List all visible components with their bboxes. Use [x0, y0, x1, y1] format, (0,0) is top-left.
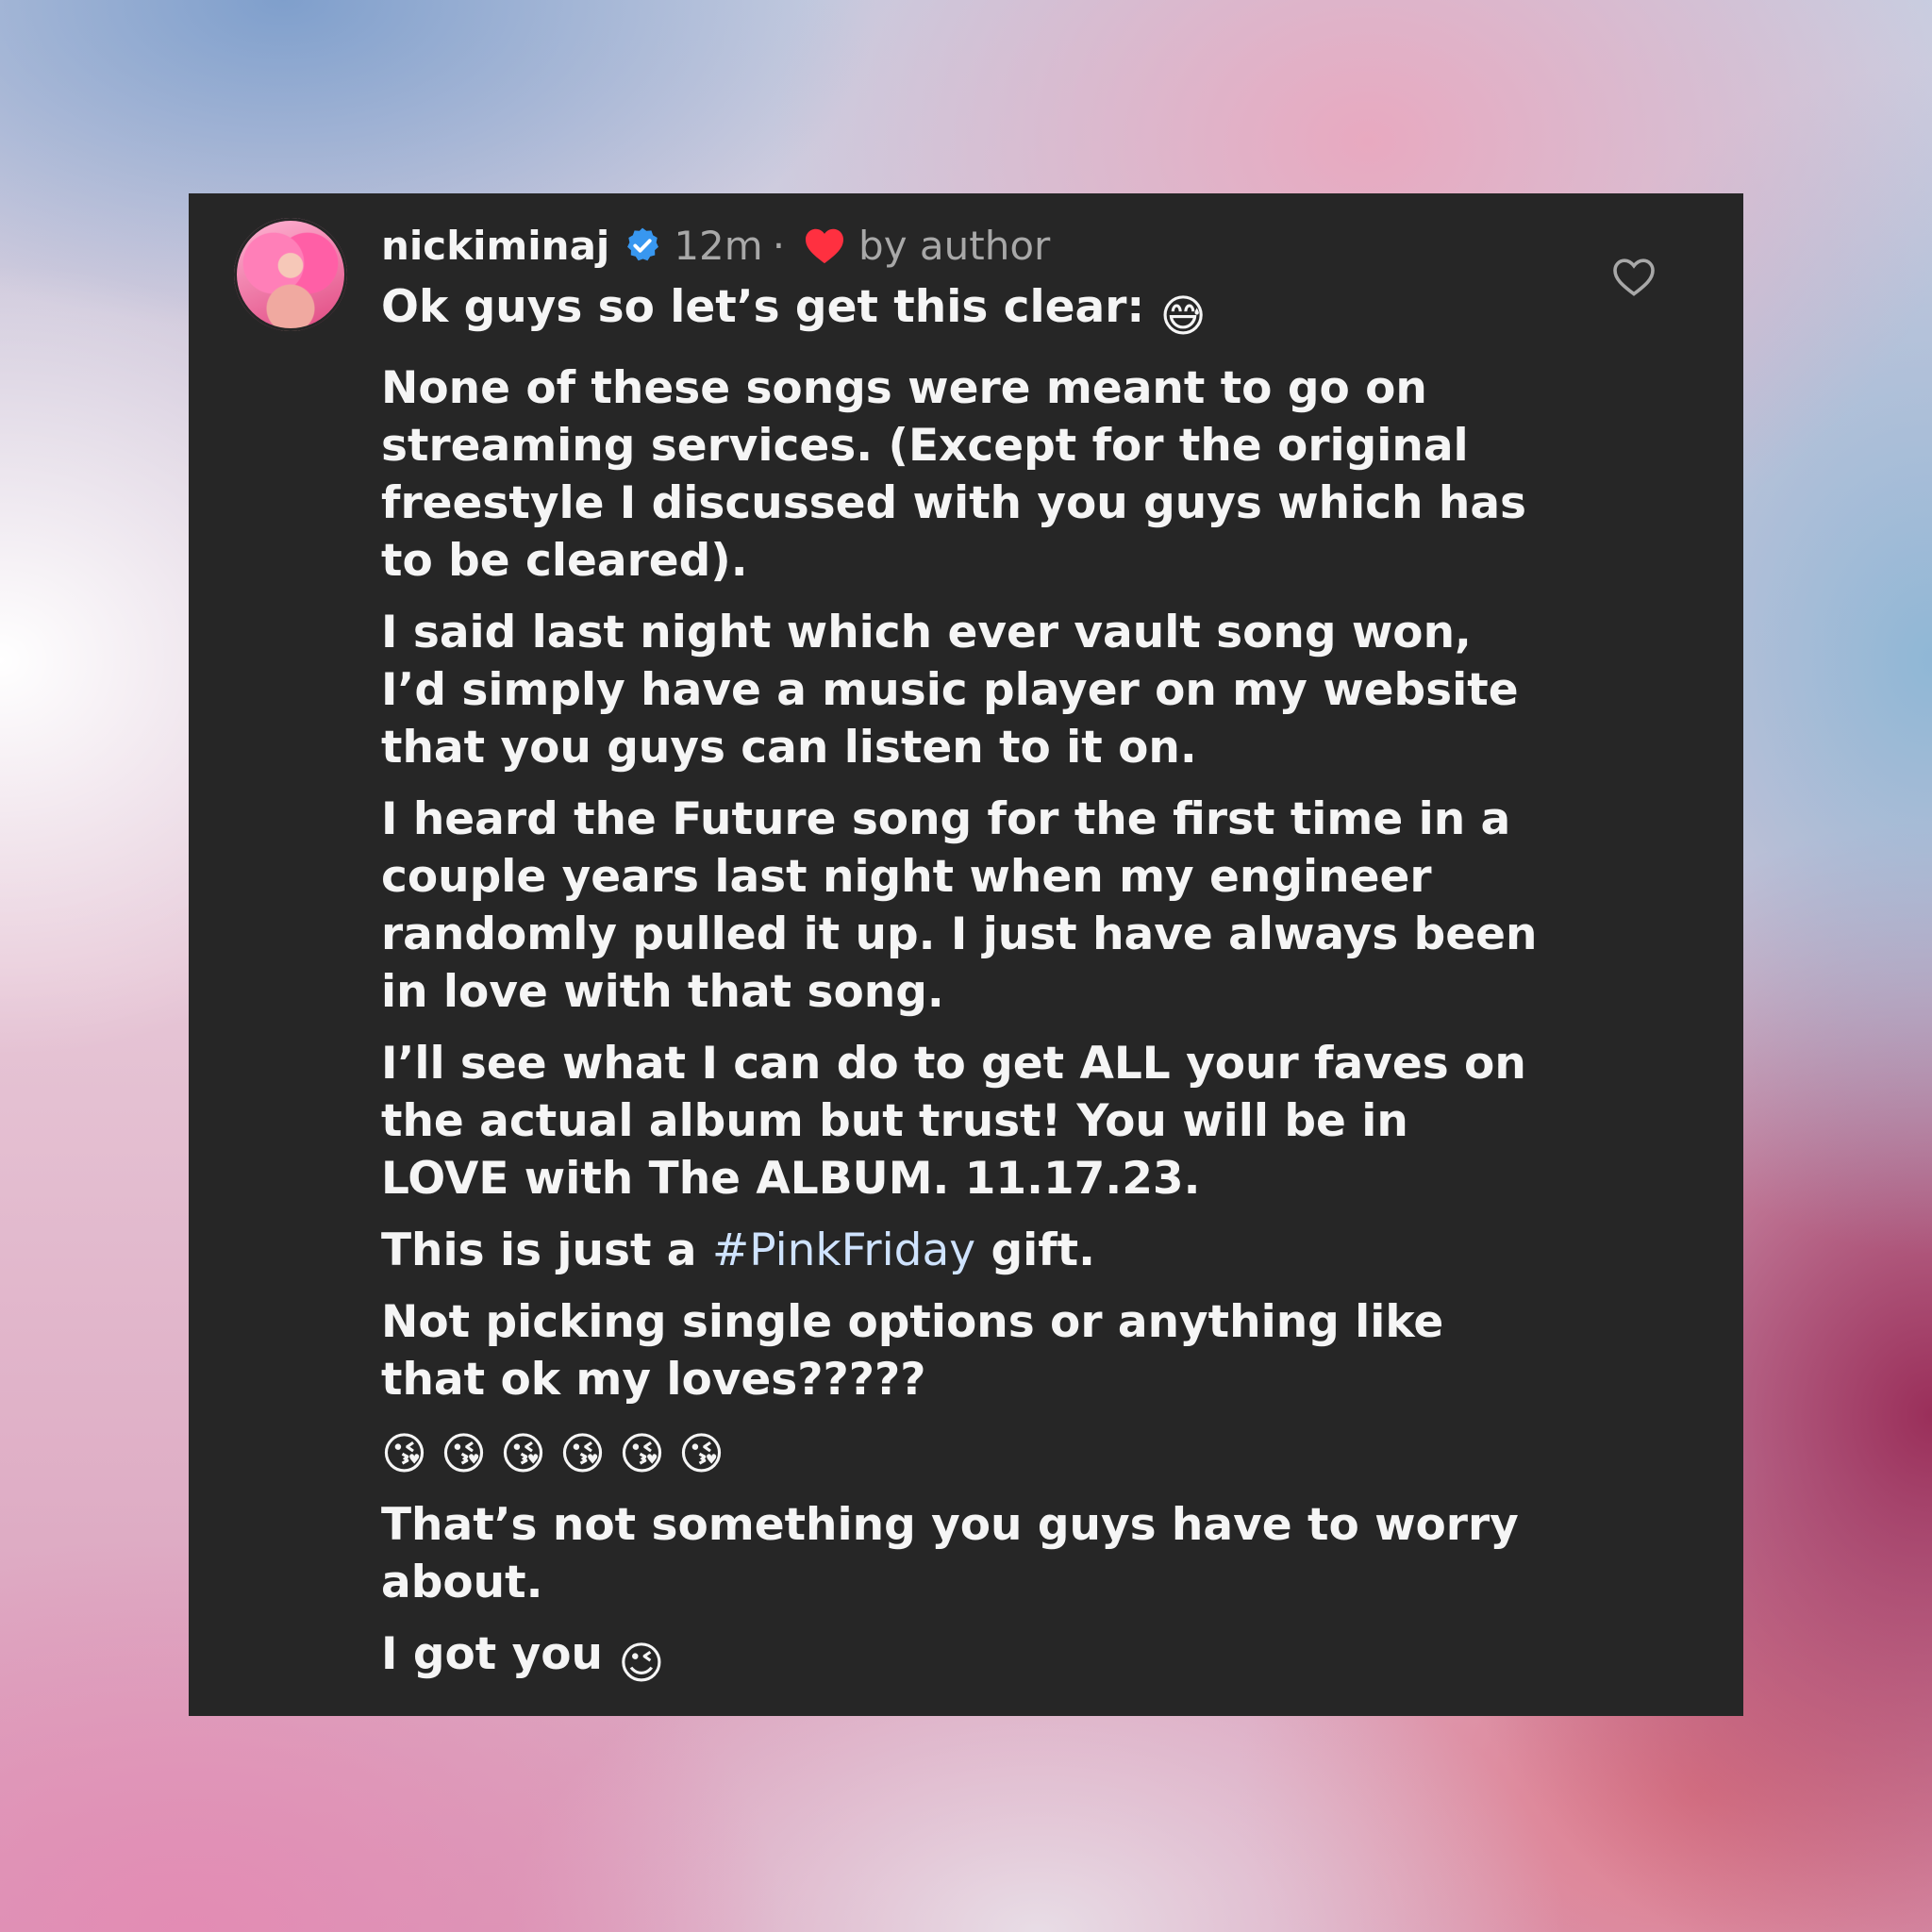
comment-paragraph: Not picking single options or anything l… [381, 1296, 1444, 1406]
username[interactable]: nickiminaj [381, 223, 609, 269]
heart-outline-icon[interactable] [1611, 256, 1657, 297]
comment-paragraph: Ok guys so let’s get this clear: 😅 [381, 278, 1551, 345]
sweat-smile-emoji: 😅 [1159, 291, 1207, 342]
gift-text-after: gift. [975, 1224, 1095, 1276]
kiss-emoji: 😘 [559, 1427, 606, 1480]
comment-paragraph: None of these songs were meant to go on … [381, 362, 1527, 587]
liked-by-author-label: by author [858, 222, 1051, 269]
gift-text-before: This is just a [381, 1224, 712, 1276]
kiss-emoji: 😘 [441, 1427, 487, 1480]
kiss-emoji: 😘 [500, 1427, 546, 1480]
paragraph-text: I got you [381, 1628, 603, 1680]
kiss-emoji-row: 😘 😘 😘 😘 😘 😘 [381, 1423, 1551, 1485]
comment-text: Ok guys so let’s get this clear: 😅 None … [381, 278, 1551, 1692]
kiss-emoji: 😘 [381, 1427, 427, 1480]
comment-card: nickiminaj 12m · by author Ok guys so le… [189, 193, 1743, 1716]
separator-dot: · [772, 222, 786, 269]
avatar[interactable] [234, 218, 347, 331]
wink-emoji: 😉 [618, 1638, 665, 1690]
kiss-emoji: 😘 [678, 1427, 724, 1480]
comment-paragraph: That’s not something you guys have to wo… [381, 1499, 1519, 1608]
comment-header: nickiminaj 12m · by author [381, 212, 1551, 278]
paragraph-text: Ok guys so let’s get this clear: [381, 281, 1145, 333]
kiss-emoji: 😘 [619, 1427, 665, 1480]
comment-time: 12m [674, 222, 763, 269]
comment-paragraph: I got you 😉 [381, 1625, 1551, 1692]
comment-paragraph: I’ll see what I can do to get ALL your f… [381, 1038, 1526, 1205]
comment-paragraph: I said last night which ever vault song … [381, 607, 1519, 774]
verified-badge-icon [627, 227, 659, 261]
comment-paragraph: This is just a #PinkFriday gift. [381, 1222, 1551, 1279]
hashtag-link[interactable]: #PinkFriday [712, 1224, 975, 1276]
comment-paragraph: I heard the Future song for the first ti… [381, 793, 1538, 1018]
red-heart-icon [806, 228, 844, 264]
comment-content: nickiminaj 12m · by author Ok guys so le… [381, 212, 1551, 1707]
